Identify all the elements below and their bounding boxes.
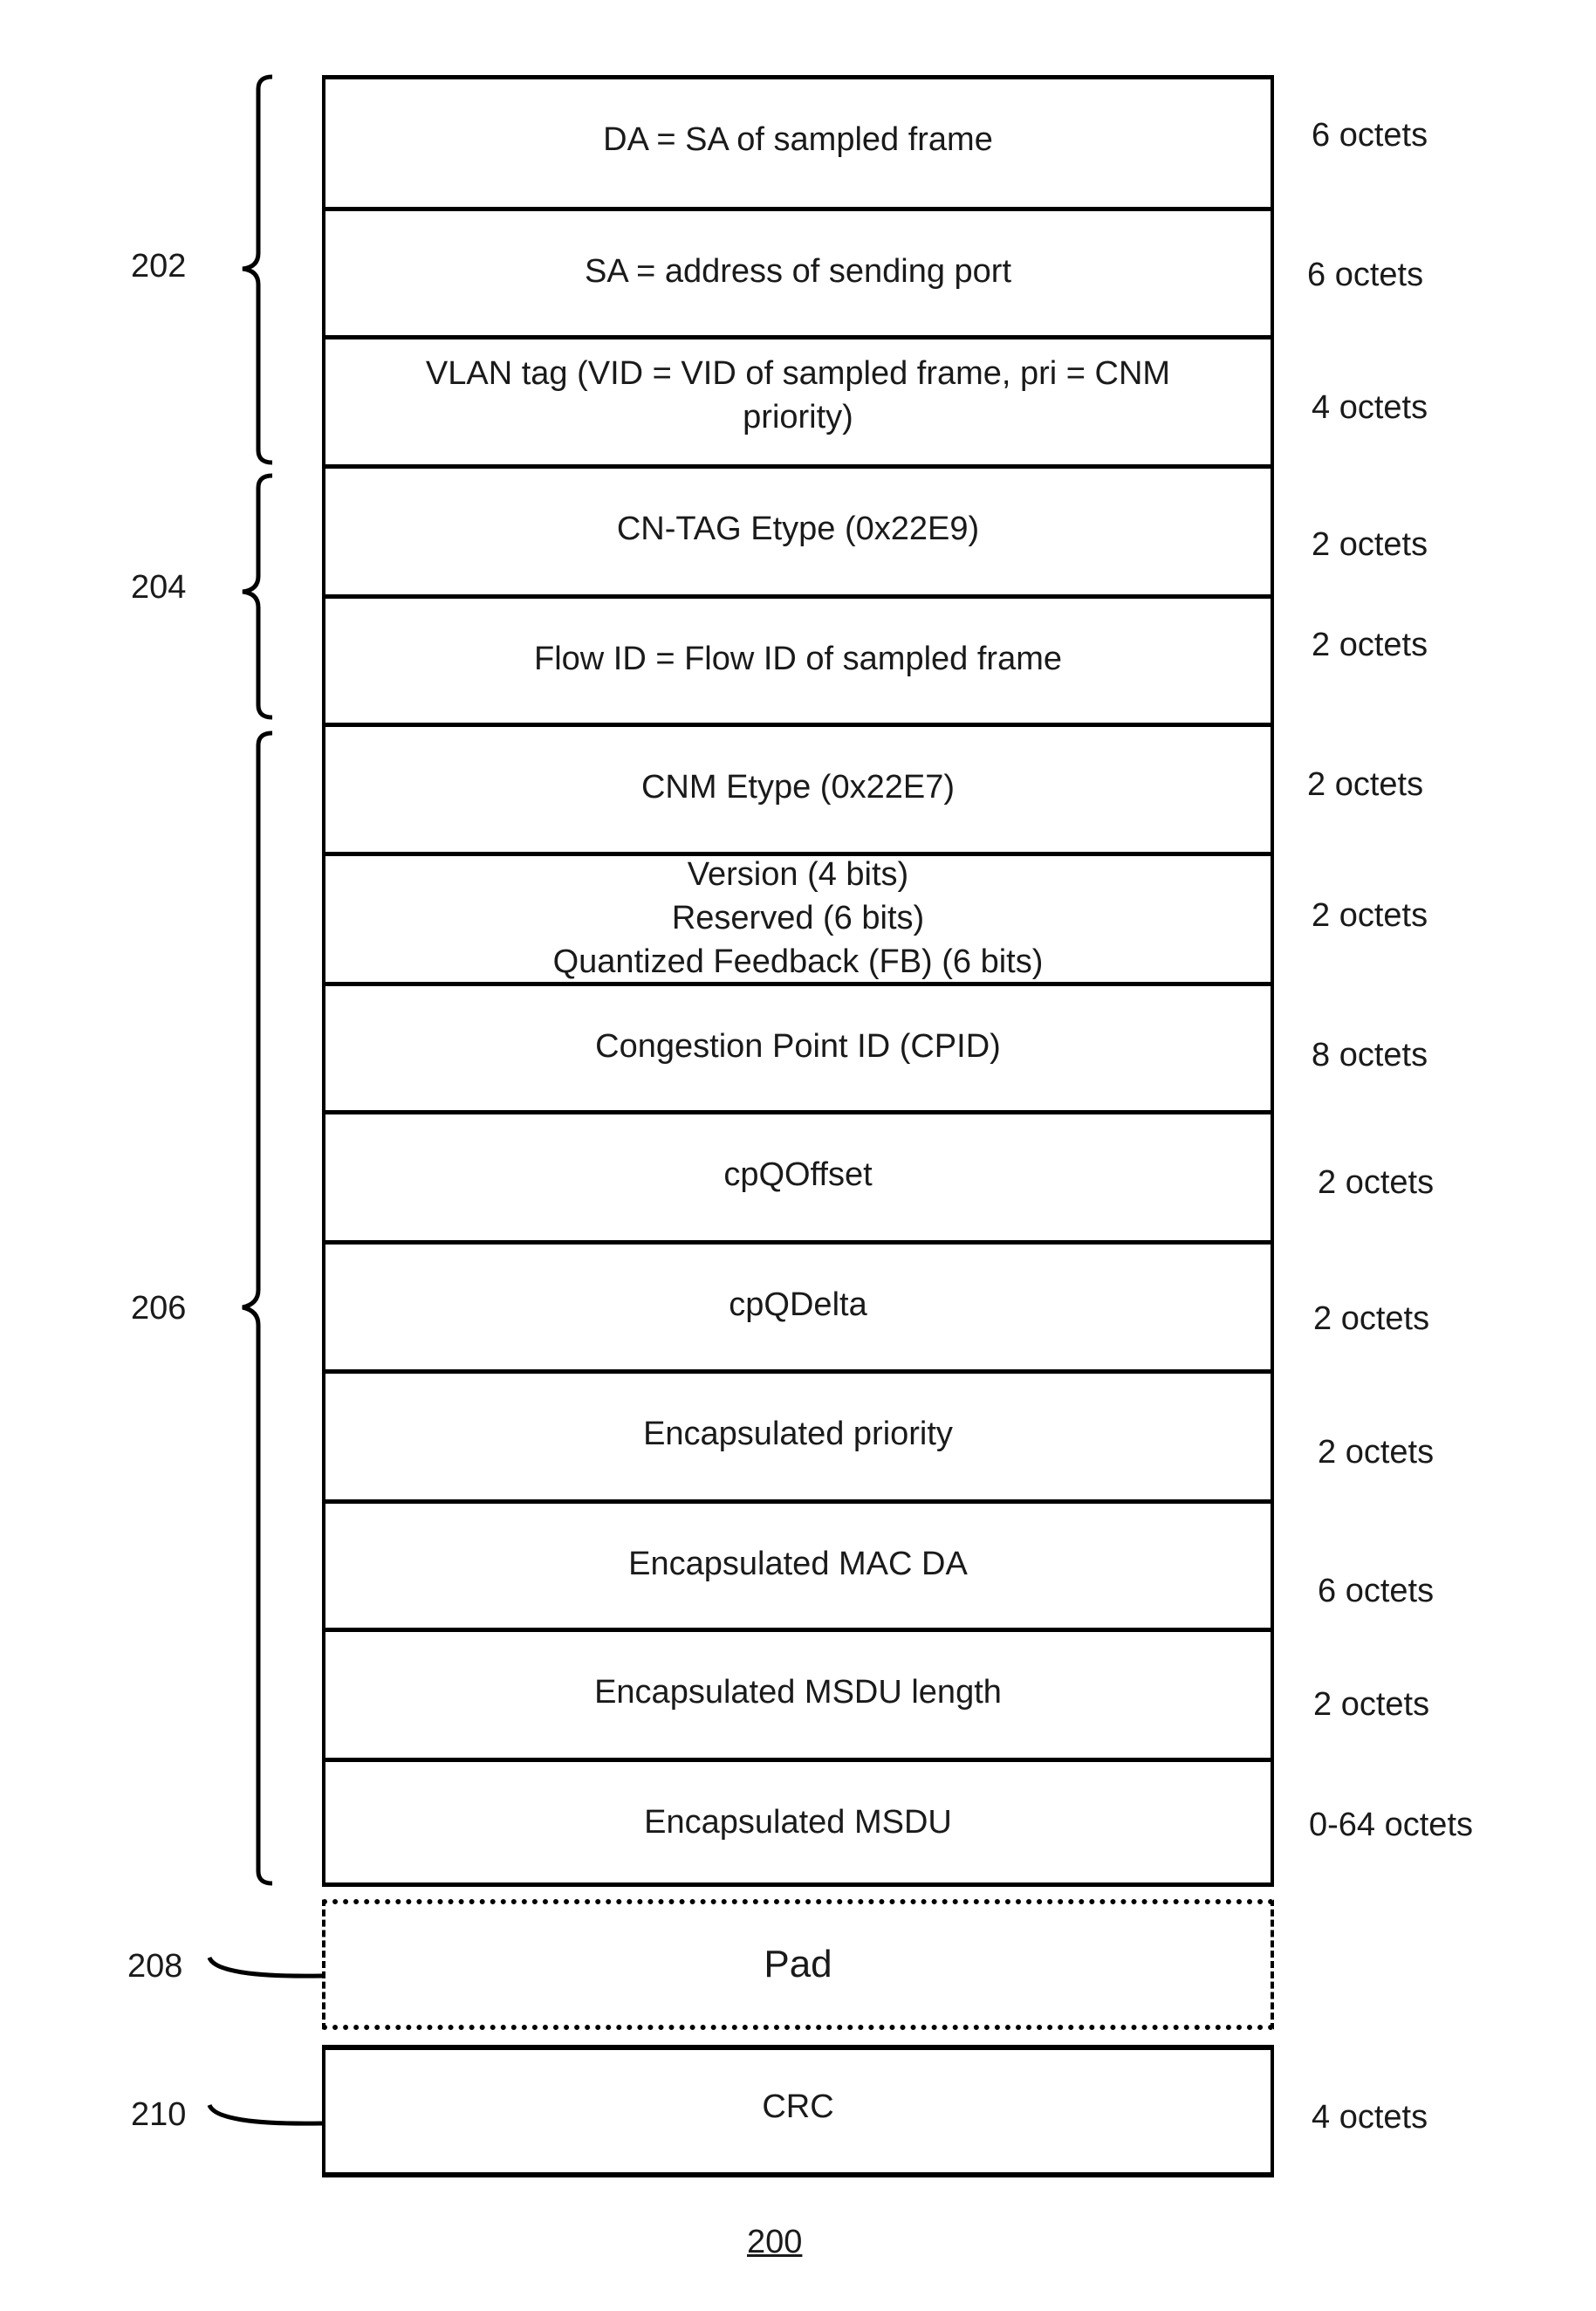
field-label: Pad <box>764 1943 832 1985</box>
size-cn-tag-etype: 2 octets <box>1312 526 1428 563</box>
field-flow-id: Flow ID = Flow ID of sampled frame <box>322 594 1274 723</box>
ref-206: 206 <box>131 1290 187 1327</box>
field-pad: Pad <box>322 1899 1274 2030</box>
size-vlan-tag: 4 octets <box>1312 389 1428 426</box>
field-label: Encapsulated priority <box>643 1416 953 1452</box>
field-label: Congestion Point ID (CPID) <box>595 1028 1001 1065</box>
field-sa: SA = address of sending port <box>322 207 1274 335</box>
leader-210 <box>207 2103 323 2126</box>
size-da: 6 octets <box>1312 117 1428 154</box>
field-label: cpQOffset <box>723 1156 873 1193</box>
field-version-reserved-fb: Version (4 bits) Reserved (6 bits) Quant… <box>322 852 1274 982</box>
size-cpqoffset: 2 octets <box>1318 1164 1435 1201</box>
field-vlan-tag: VLAN tag (VID = VID of sampled frame, pr… <box>322 335 1274 464</box>
field-cnm-etype: CNM Etype (0x22E7) <box>322 723 1274 852</box>
field-label-version: Version (4 bits) <box>687 856 909 893</box>
field-crc: CRC <box>322 2045 1274 2177</box>
size-version-reserved-fb: 2 octets <box>1312 897 1428 934</box>
field-label: CRC <box>762 2088 834 2125</box>
size-cpid: 8 octets <box>1312 1037 1428 1073</box>
ref-208: 208 <box>127 1948 183 1985</box>
field-encapsulated-msdu: Encapsulated MSDU <box>322 1758 1274 1887</box>
ref-204: 204 <box>131 569 187 606</box>
brace-202 <box>242 74 273 465</box>
size-encapsulated-priority: 2 octets <box>1318 1434 1435 1471</box>
field-cpqdelta: cpQDelta <box>322 1240 1274 1369</box>
field-cn-tag-etype: CN-TAG Etype (0x22E9) <box>322 464 1274 594</box>
field-label: CNM Etype (0x22E7) <box>640 769 955 806</box>
ref-202: 202 <box>131 248 187 285</box>
size-cpqdelta: 2 octets <box>1313 1300 1430 1337</box>
field-cpqoffset: cpQOffset <box>322 1110 1274 1240</box>
brace-206 <box>242 730 273 1886</box>
field-label: DA = SA of sampled frame <box>603 121 993 158</box>
field-label-reserved: Reserved (6 bits) <box>671 900 925 936</box>
field-da: DA = SA of sampled frame <box>322 75 1274 207</box>
field-label: SA = address of sending port <box>584 253 1012 290</box>
figure-number: 200 <box>747 2224 803 2260</box>
ref-210: 210 <box>131 2096 187 2133</box>
field-label: CN-TAG Etype (0x22E9) <box>616 511 980 547</box>
field-label-quantized-feedback: Quantized Feedback (FB) (6 bits) <box>552 943 1044 980</box>
field-encapsulated-mac-da: Encapsulated MAC DA <box>322 1499 1274 1628</box>
size-encapsulated-msdu-length: 2 octets <box>1313 1686 1430 1723</box>
field-label: VLAN tag (VID = VID of sampled frame, pr… <box>425 355 1171 435</box>
field-cpid: Congestion Point ID (CPID) <box>322 982 1274 1110</box>
size-sa: 6 octets <box>1307 257 1424 293</box>
size-encapsulated-msdu: 0-64 octets <box>1309 1807 1473 1843</box>
size-encapsulated-mac-da: 6 octets <box>1318 1573 1435 1609</box>
field-label: Encapsulated MAC DA <box>628 1546 968 1582</box>
brace-204 <box>242 473 273 720</box>
leader-208 <box>207 1956 323 1978</box>
field-label: Encapsulated MSDU length <box>594 1674 1002 1711</box>
field-label: Encapsulated MSDU <box>644 1804 952 1841</box>
size-flow-id: 2 octets <box>1312 627 1428 663</box>
size-cnm-etype: 2 octets <box>1307 766 1424 803</box>
size-crc: 4 octets <box>1312 2099 1428 2136</box>
field-label: Flow ID = Flow ID of sampled frame <box>533 641 1062 677</box>
field-label: cpQDelta <box>729 1286 867 1323</box>
field-encapsulated-msdu-length: Encapsulated MSDU length <box>322 1628 1274 1758</box>
field-label-lines: Version (4 bits) Reserved (6 bits) Quant… <box>553 853 1044 984</box>
field-encapsulated-priority: Encapsulated priority <box>322 1369 1274 1499</box>
